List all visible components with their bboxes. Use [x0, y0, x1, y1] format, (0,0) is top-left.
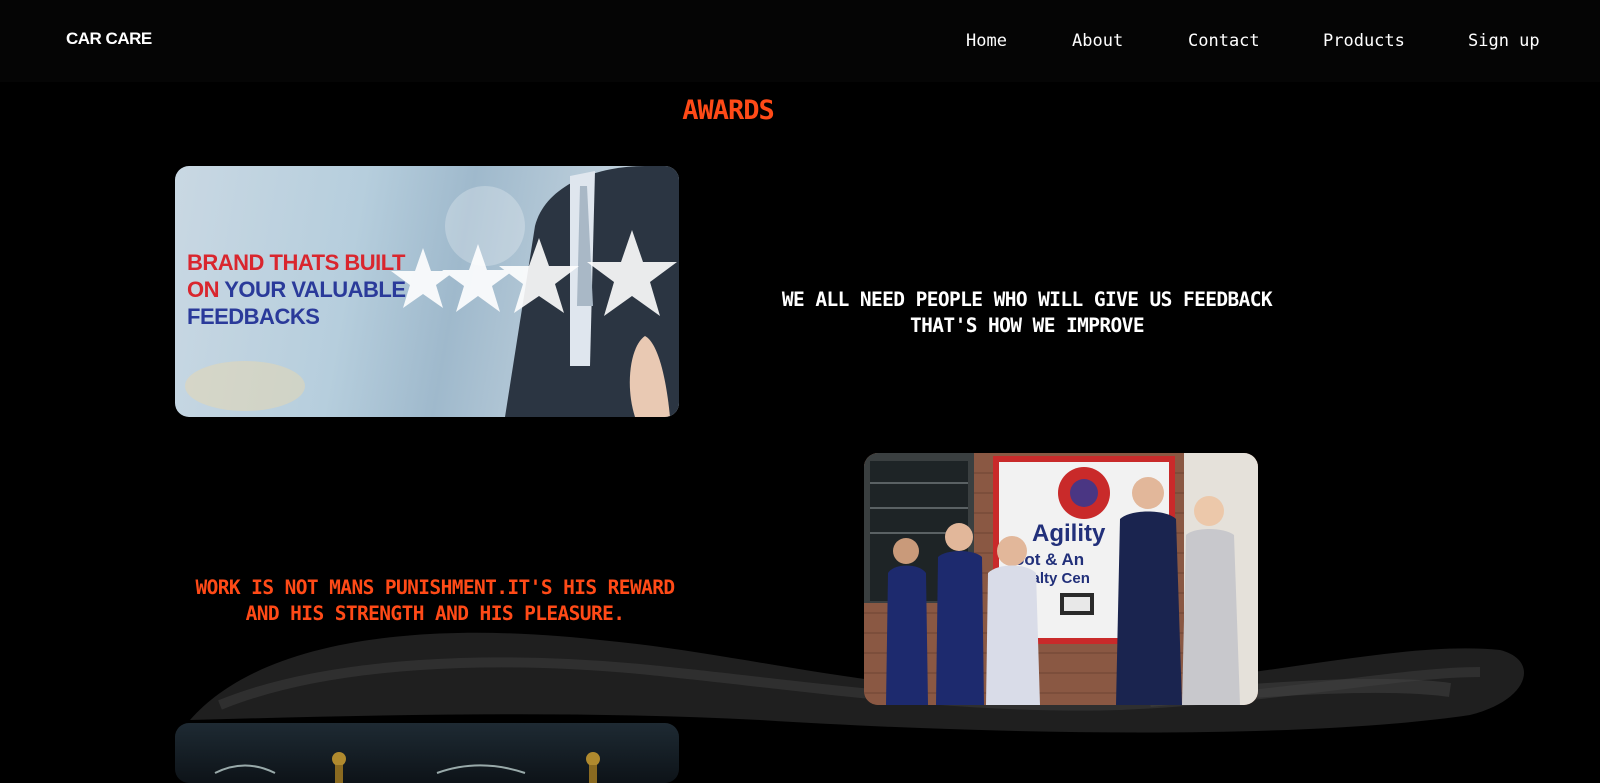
awards-heading: AWARDS: [682, 95, 775, 126]
feedback-quote: WE ALL NEED PEOPLE WHO WILL GIVE US FEED…: [781, 288, 1273, 337]
work-quote: WORK IS NOT MANS PUNISHMENT.IT'S HIS REW…: [195, 576, 675, 625]
nav-link-products[interactable]: Products: [1323, 31, 1405, 51]
feedback-banner-image: BRAND THATS BUILT ON YOUR VALUABLE FEEDB…: [175, 166, 679, 417]
team-award-photo: Agility oot & An cialty Cen: [864, 453, 1258, 705]
banner-text-line3: FEEDBACKS: [187, 304, 320, 329]
nav-link-contact[interactable]: Contact: [1188, 31, 1260, 51]
banner-text-your-valuable: YOUR VALUABLE: [224, 277, 406, 302]
top-navbar: CAR CARE Home About Contact Products Sig…: [0, 0, 1600, 82]
nav-link-signup[interactable]: Sign up: [1468, 31, 1540, 51]
nav-link-home[interactable]: Home: [966, 31, 1007, 51]
banner-text-on: ON: [187, 277, 220, 302]
banner-text-line1: BRAND THATS BUILT: [187, 250, 406, 275]
trophy-illustration: [214, 752, 600, 783]
award-trophy-image: [175, 723, 679, 783]
nav-link-about[interactable]: About: [1072, 31, 1123, 51]
banner-text-line2: ON YOUR VALUABLE: [187, 277, 406, 303]
sign-text-agility: Agility: [1032, 520, 1106, 547]
site-logo[interactable]: CAR CARE: [66, 29, 152, 49]
team-photo-illustration: Agility oot & An cialty Cen: [864, 453, 1258, 705]
